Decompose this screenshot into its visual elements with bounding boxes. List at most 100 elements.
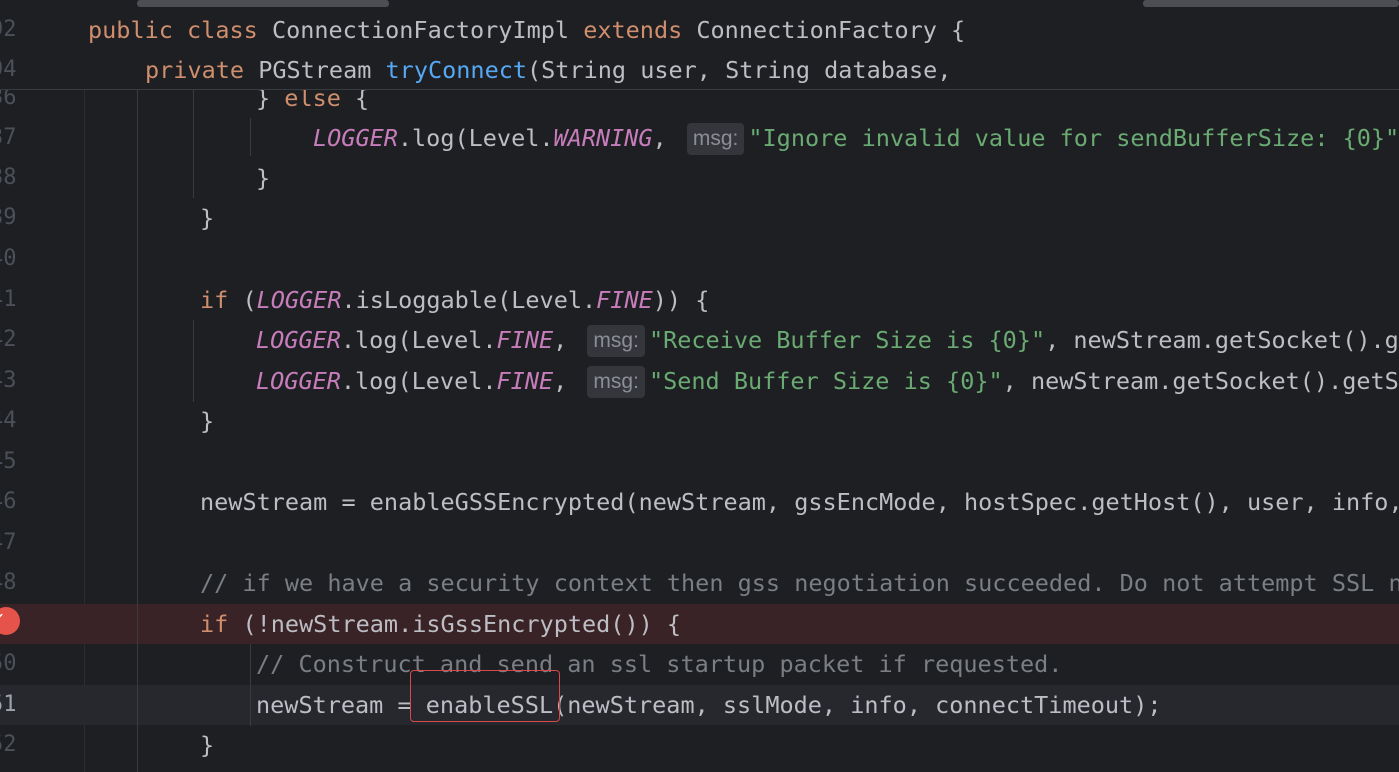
parameter-hint: msg:	[587, 325, 645, 357]
code-token: .log(Level.	[340, 326, 497, 354]
code-token: public class	[88, 16, 272, 44]
code-token: LOGGER	[313, 124, 398, 152]
line-number[interactable]: 94	[0, 50, 20, 90]
code-line[interactable]: 49if (!newStream.isGssEncrypted()) {	[0, 604, 1399, 644]
code-text[interactable]: }	[200, 401, 214, 441]
code-token: newStream = enableGSSEncrypted(newStream…	[200, 488, 1399, 516]
code-text[interactable]: // if we have a security context then gs…	[200, 563, 1399, 603]
line-number[interactable]: 50	[0, 644, 20, 684]
code-line[interactable]: 52}	[0, 725, 1399, 765]
code-text[interactable]: }	[200, 198, 214, 238]
code-line[interactable]: 40	[0, 239, 1399, 279]
indent-guide	[250, 118, 251, 156]
code-token: "Send Buffer Size is {0}"	[648, 367, 1003, 395]
code-token: if	[200, 286, 229, 314]
code-token: }	[200, 204, 215, 232]
code-token: ,	[553, 367, 582, 395]
line-number[interactable]: 43	[0, 361, 20, 401]
code-token: .log(Level.	[397, 124, 554, 152]
indent-guide	[193, 320, 194, 402]
code-line[interactable]: 51 newStream = enableSSL(newStream, sslMo…	[0, 685, 1399, 725]
line-number[interactable]: 37	[0, 118, 20, 158]
code-token: ConnectionFactory {	[696, 16, 966, 44]
code-line[interactable]: 39}	[0, 198, 1399, 238]
scrollbar-thumb-right[interactable]	[1143, 0, 1399, 7]
breakpoint-check-icon: ✓	[0, 609, 5, 629]
sticky-line[interactable]: 94 private PGStream tryConnect(String use…	[0, 50, 1399, 90]
code-text[interactable]: }	[256, 158, 270, 198]
sticky-line[interactable]: 92 public class ConnectionFactoryImpl ext…	[0, 10, 1399, 50]
line-number[interactable]: 92	[0, 10, 20, 50]
code-token: }	[200, 407, 215, 435]
scrollbar-thumb-left[interactable]	[137, 0, 389, 7]
code-text[interactable]: if (LOGGER.isLoggable(Level.FINE)) {	[200, 280, 709, 320]
code-token: }	[200, 731, 215, 759]
code-line[interactable]: 47	[0, 523, 1399, 563]
code-line[interactable]: 50 // Construct and send an ssl startup p…	[0, 644, 1399, 684]
code-editor[interactable]: 36} else {37LOGGER.log(Level.WARNING, ms…	[0, 0, 1399, 772]
code-token: ,	[553, 326, 582, 354]
code-line[interactable]: 43 LOGGER.log(Level.FINE, msg:"Send Buffe…	[0, 361, 1399, 401]
code-text[interactable]: newStream = enableSSL(newStream, sslMode…	[256, 685, 1161, 725]
code-line[interactable]: 41 if (LOGGER.isLoggable(Level.FINE)) {	[0, 280, 1399, 320]
code-token: if	[200, 610, 229, 638]
code-text[interactable]: // Construct and send an ssl startup pac…	[256, 644, 1062, 684]
horizontal-scrollbar[interactable]	[0, 0, 1399, 8]
sticky-header-border	[0, 89, 1399, 90]
parameter-hint: msg:	[686, 123, 745, 155]
line-number[interactable]: 52	[0, 725, 20, 765]
code-token: (!newStream.isGssEncrypted()) {	[228, 610, 682, 638]
line-number[interactable]: 38	[0, 158, 20, 198]
line-number[interactable]: 47	[0, 523, 20, 563]
code-token: newStream = enableSSL(newStream, sslMode…	[256, 691, 1162, 719]
highlighted-call-box	[410, 670, 560, 722]
indent-guide	[193, 78, 194, 198]
code-line[interactable]: 42 LOGGER.log(Level.FINE, msg:"Receive Bu…	[0, 320, 1399, 360]
code-token: extends	[583, 16, 697, 44]
code-line[interactable]: 46 newStream = enableGSSEncrypted(newStre…	[0, 482, 1399, 522]
code-token: LOGGER	[256, 326, 341, 354]
code-line[interactable]: 45	[0, 442, 1399, 482]
code-token: tryConnect	[385, 56, 528, 84]
line-number[interactable]: 51	[0, 685, 20, 725]
indent-guide	[137, 78, 138, 772]
code-token: FINE	[496, 367, 554, 395]
code-token: .log(Level.	[340, 367, 497, 395]
line-number[interactable]: 44	[0, 401, 20, 441]
code-line[interactable]: 38}	[0, 158, 1399, 198]
line-number[interactable]: 41	[0, 280, 20, 320]
code-token: private	[145, 56, 259, 84]
code-token: FINE	[596, 286, 653, 314]
code-token: "Ignore invalid value for sendBufferSize…	[748, 124, 1399, 152]
code-text[interactable]: LOGGER.log(Level.FINE, msg: "Receive Buff…	[256, 320, 1399, 360]
code-token: ConnectionFactoryImpl	[271, 16, 584, 44]
line-number[interactable]: 40	[0, 239, 20, 279]
code-token: )) {	[652, 286, 710, 314]
code-line[interactable]: 37 LOGGER.log(Level.WARNING, msg:"Ignore …	[0, 118, 1399, 158]
code-text[interactable]: public class ConnectionFactoryImpl exten…	[88, 10, 965, 50]
code-token: PGStream	[258, 56, 386, 84]
code-line[interactable]: 48 // if we have a security context then …	[0, 563, 1399, 603]
line-number[interactable]: 48	[0, 563, 20, 603]
code-token: WARNING	[553, 124, 653, 152]
parameter-hint: msg:	[587, 366, 645, 398]
code-line[interactable]: 44}	[0, 401, 1399, 441]
line-number[interactable]: 39	[0, 198, 20, 238]
code-text[interactable]: LOGGER.log(Level.WARNING, msg: "Ignore in…	[313, 118, 1399, 158]
code-text[interactable]: LOGGER.log(Level.FINE, msg: "Send Buffer …	[256, 361, 1399, 401]
code-token: "Receive Buffer Size is {0}"	[648, 326, 1046, 354]
code-text[interactable]: private PGStream tryConnect(String user,…	[145, 50, 951, 90]
code-token: LOGGER	[256, 367, 341, 395]
line-number[interactable]: 45	[0, 442, 20, 482]
line-number[interactable]: 46	[0, 482, 20, 522]
code-token: , newStream.getSocket().ge	[1045, 326, 1399, 354]
code-token: (String user, String database,	[527, 56, 952, 84]
line-number[interactable]: 42	[0, 320, 20, 360]
code-text[interactable]: if (!newStream.isGssEncrypted()) {	[200, 604, 681, 644]
code-text[interactable]: newStream = enableGSSEncrypted(newStream…	[200, 482, 1399, 522]
code-token: FINE	[496, 326, 554, 354]
code-token: ,	[652, 124, 681, 152]
code-token: // Construct and send an ssl startup pac…	[256, 650, 1063, 678]
code-token: , newStream.getSocket().getSe	[1002, 367, 1399, 395]
code-text[interactable]: }	[200, 725, 214, 765]
